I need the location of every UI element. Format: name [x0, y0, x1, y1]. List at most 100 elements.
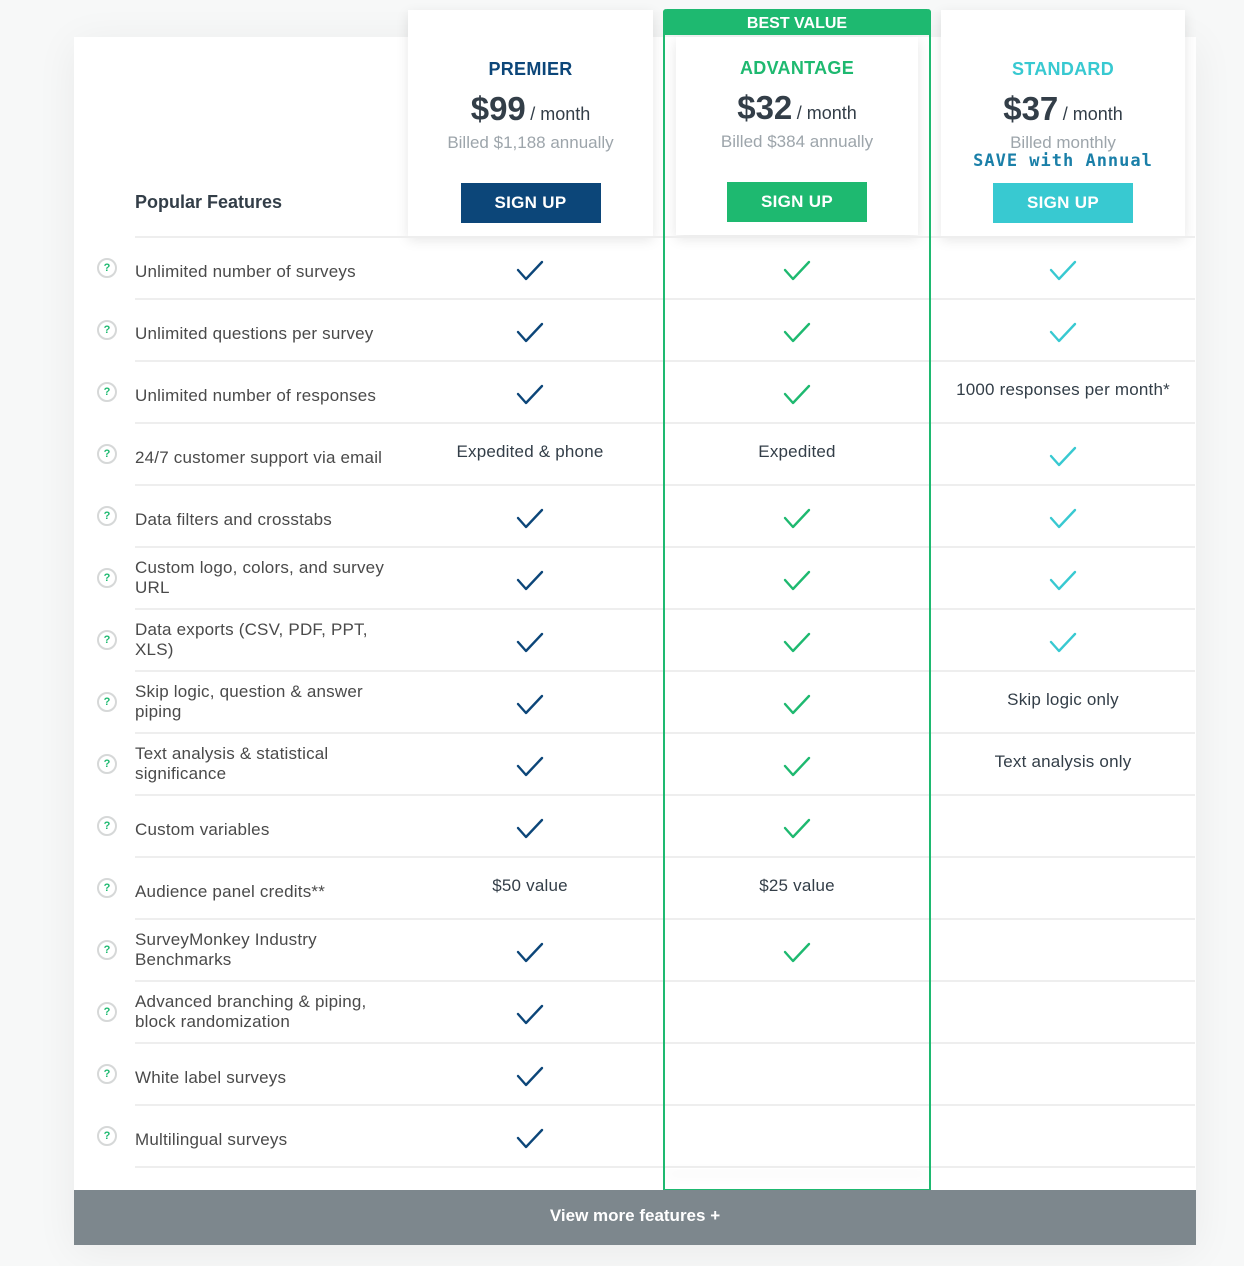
feature-label: Data filters and crosstabs	[135, 510, 333, 529]
price-line: $37 / month	[941, 90, 1185, 128]
feature-label: Custom variables	[135, 820, 270, 839]
billing-note: Billed $1,188 annually	[447, 133, 614, 152]
check-icon	[400, 942, 660, 969]
check-icon	[400, 508, 660, 535]
feature-row: ? Custom logo, colors, and survey URL	[0, 548, 1244, 610]
feature-value: $25 value	[759, 876, 835, 895]
feature-row: ? Unlimited number of responses 1000 respo…	[0, 362, 1244, 424]
feature-value: $50 value	[492, 876, 568, 895]
feature-label: Unlimited questions per survey	[135, 324, 374, 343]
check-icon	[667, 570, 927, 597]
feature-row: ? Advanced branching & piping, block rand…	[0, 982, 1244, 1044]
feature-label: Multilingual surveys	[135, 1130, 288, 1149]
plan-name: STANDARD	[1011, 59, 1115, 79]
feature-row: ? Data filters and crosstabs	[0, 486, 1244, 548]
check-icon	[400, 384, 660, 411]
check-icon	[933, 508, 1193, 535]
best-value-badge: BEST VALUE	[663, 9, 931, 35]
question-circle-icon[interactable]: ?	[97, 1064, 117, 1084]
feature-label: Unlimited number of responses	[135, 386, 377, 405]
plan-card-premier: PREMIER $99 / month Billed $1,188 annual…	[408, 10, 653, 236]
check-icon	[400, 756, 660, 783]
feature-value: Skip logic only	[1007, 690, 1119, 709]
check-icon	[400, 818, 660, 845]
question-circle-icon[interactable]: ?	[97, 630, 117, 650]
feature-row: ? SurveyMonkey Industry Benchmarks	[0, 920, 1244, 982]
check-icon	[667, 260, 927, 287]
feature-label: Skip logic, question & answer piping	[135, 682, 363, 721]
billing-note: Billed monthly	[1010, 133, 1116, 152]
check-icon	[400, 694, 660, 721]
check-icon	[933, 632, 1193, 659]
check-icon	[400, 570, 660, 597]
save-with-annual-link[interactable]: SAVE with Annual	[941, 151, 1185, 171]
sign-up-premier-button[interactable]: SIGN UP	[460, 183, 601, 223]
check-icon	[933, 446, 1193, 473]
check-icon	[400, 260, 660, 287]
price-line: $32 / month	[676, 89, 918, 127]
check-icon	[400, 632, 660, 659]
feature-value: Expedited & phone	[456, 442, 604, 461]
plan-name: PREMIER	[488, 59, 573, 79]
section-title: Popular Features	[135, 192, 283, 212]
question-circle-icon[interactable]: ?	[97, 754, 117, 774]
price-line: $99 / month	[408, 90, 653, 128]
sign-up-standard-button[interactable]: SIGN UP	[993, 183, 1133, 223]
feature-label: Text analysis & statistical significance	[135, 744, 329, 783]
feature-row: ? Unlimited number of surveys	[0, 238, 1244, 300]
feature-row: ? Custom variables	[0, 796, 1244, 858]
plan-price: $37	[1003, 90, 1059, 127]
feature-row: ? White label surveys	[0, 1044, 1244, 1106]
check-icon	[667, 818, 927, 845]
feature-row: ? Text analysis & statistical significanc…	[0, 734, 1244, 796]
check-icon	[400, 322, 660, 349]
billing-note: Billed $384 annually	[720, 132, 874, 151]
question-circle-icon[interactable]: ?	[97, 506, 117, 526]
feature-value: 1000 responses per month*	[956, 380, 1170, 399]
feature-label: Data exports (CSV, PDF, PPT, XLS)	[135, 620, 368, 659]
check-icon	[667, 942, 927, 969]
feature-row: ? Data exports (CSV, PDF, PPT, XLS)	[0, 610, 1244, 672]
feature-label: Custom logo, colors, and survey URL	[135, 558, 385, 597]
check-icon	[667, 694, 927, 721]
check-icon	[933, 260, 1193, 287]
feature-label: Audience panel credits**	[135, 882, 326, 901]
question-circle-icon[interactable]: ?	[97, 320, 117, 340]
question-circle-icon[interactable]: ?	[97, 444, 117, 464]
view-more-features-button[interactable]: View more features +	[74, 1190, 1196, 1245]
feature-value: Text analysis only	[994, 752, 1132, 771]
check-icon	[667, 632, 927, 659]
question-circle-icon[interactable]: ?	[97, 940, 117, 960]
question-circle-icon[interactable]: ?	[97, 816, 117, 836]
plan-card-standard: STANDARD $37 / month Billed monthly SAVE…	[941, 10, 1185, 236]
question-circle-icon[interactable]: ?	[97, 1002, 117, 1022]
feature-value: Expedited	[758, 442, 836, 461]
question-circle-icon[interactable]: ?	[97, 692, 117, 712]
question-circle-icon[interactable]: ?	[97, 878, 117, 898]
plan-price: $32	[737, 89, 793, 126]
plan-period: / month	[1062, 104, 1123, 124]
check-icon	[400, 1004, 660, 1031]
check-icon	[400, 1128, 660, 1155]
row-divider	[135, 1166, 398, 1168]
check-icon	[667, 384, 927, 411]
question-circle-icon[interactable]: ?	[97, 1126, 117, 1146]
plan-period: / month	[796, 103, 857, 123]
check-icon	[667, 756, 927, 783]
question-circle-icon[interactable]: ?	[97, 258, 117, 278]
feature-label: Unlimited number of surveys	[135, 262, 356, 281]
question-circle-icon[interactable]: ?	[97, 382, 117, 402]
plan-name: ADVANTAGE	[739, 58, 855, 78]
feature-row: ? 24/7 customer support via email Expedite…	[0, 424, 1244, 486]
feature-row: ? Audience panel credits** $50 value $25 va…	[0, 858, 1244, 920]
check-icon	[667, 508, 927, 535]
feature-row: ? Skip logic, question & answer piping Ski…	[0, 672, 1244, 734]
feature-label: Advanced branching & piping, block rando…	[135, 992, 367, 1031]
question-circle-icon[interactable]: ?	[97, 568, 117, 588]
feature-label: White label surveys	[135, 1068, 287, 1087]
sign-up-advantage-button[interactable]: SIGN UP	[727, 182, 867, 222]
check-icon	[667, 322, 927, 349]
feature-row: ? Unlimited questions per survey	[0, 300, 1244, 362]
feature-row: ? Multilingual surveys	[0, 1106, 1244, 1168]
feature-label: SurveyMonkey Industry Benchmarks	[135, 930, 317, 969]
